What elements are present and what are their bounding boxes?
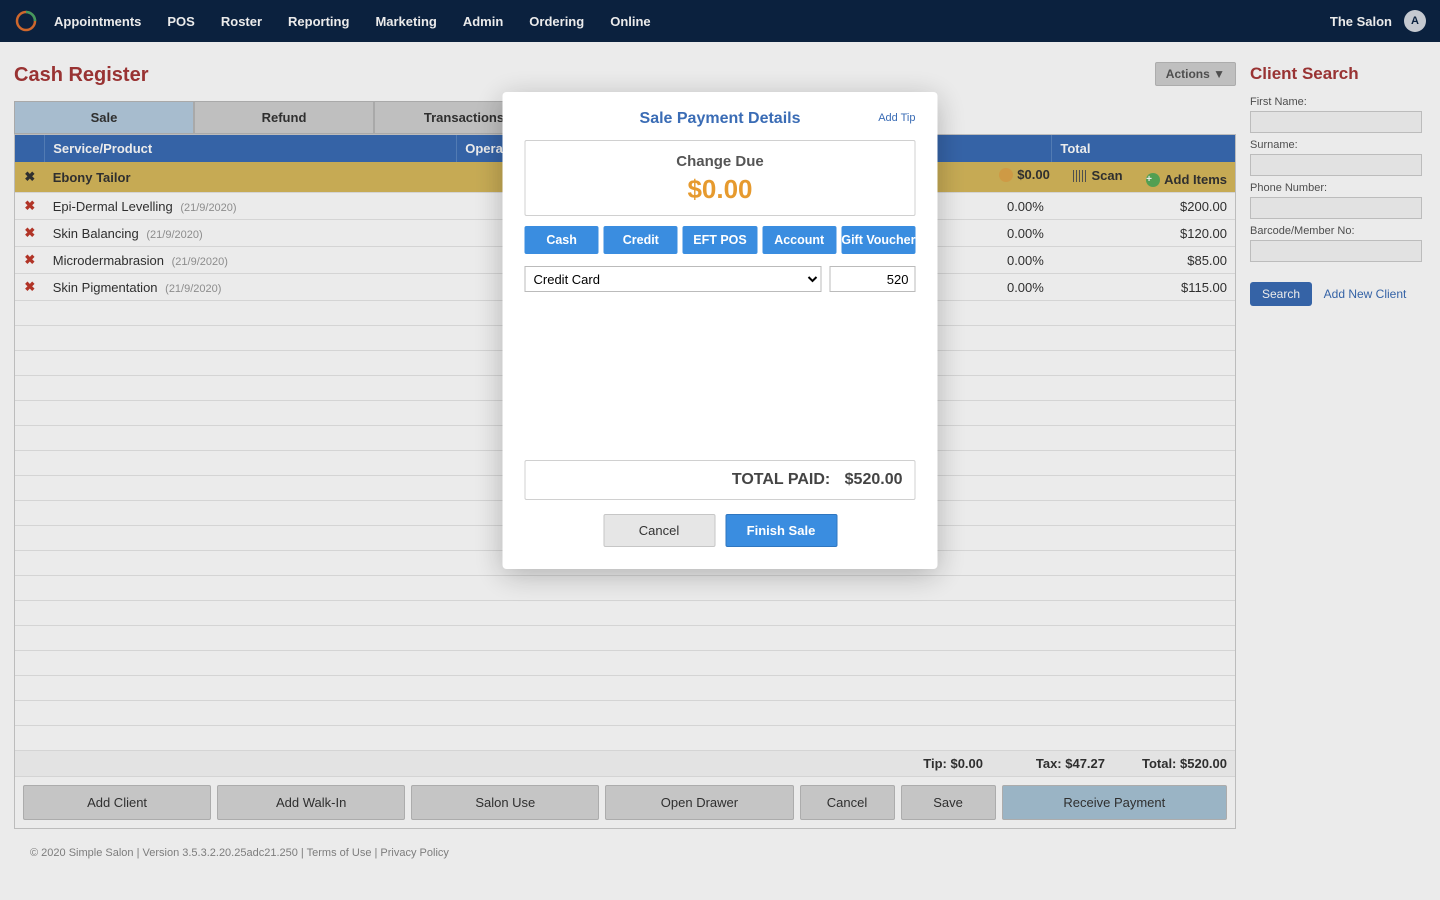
total-paid-value: $520.00 bbox=[845, 471, 903, 488]
modal-buttons: Cancel Finish Sale bbox=[525, 514, 916, 547]
pay-account-button[interactable]: Account bbox=[762, 226, 836, 254]
change-due-label: Change Due bbox=[526, 153, 915, 170]
pay-eftpos-button[interactable]: EFT POS bbox=[683, 226, 757, 254]
add-tip-link[interactable]: Add Tip bbox=[878, 112, 915, 124]
pay-voucher-button[interactable]: Gift Voucher bbox=[841, 226, 915, 254]
change-due-amount: $0.00 bbox=[526, 174, 915, 205]
change-due-box: Change Due $0.00 bbox=[525, 140, 916, 216]
total-paid-label: TOTAL PAID: bbox=[732, 471, 830, 488]
modal-cancel-button[interactable]: Cancel bbox=[603, 514, 715, 547]
payment-amount-input[interactable] bbox=[830, 266, 916, 292]
finish-sale-button[interactable]: Finish Sale bbox=[725, 514, 837, 547]
pay-cash-button[interactable]: Cash bbox=[525, 226, 599, 254]
payment-type-row: Cash Credit EFT POS Account Gift Voucher bbox=[525, 226, 916, 254]
payment-method-select[interactable]: Credit Card bbox=[525, 266, 822, 292]
payment-modal: Add Tip Sale Payment Details Change Due … bbox=[503, 92, 938, 569]
modal-title: Sale Payment Details bbox=[525, 110, 916, 128]
pay-credit-button[interactable]: Credit bbox=[604, 226, 678, 254]
payment-method-row: Credit Card bbox=[525, 266, 916, 292]
total-paid-box: TOTAL PAID: $520.00 bbox=[525, 460, 916, 500]
